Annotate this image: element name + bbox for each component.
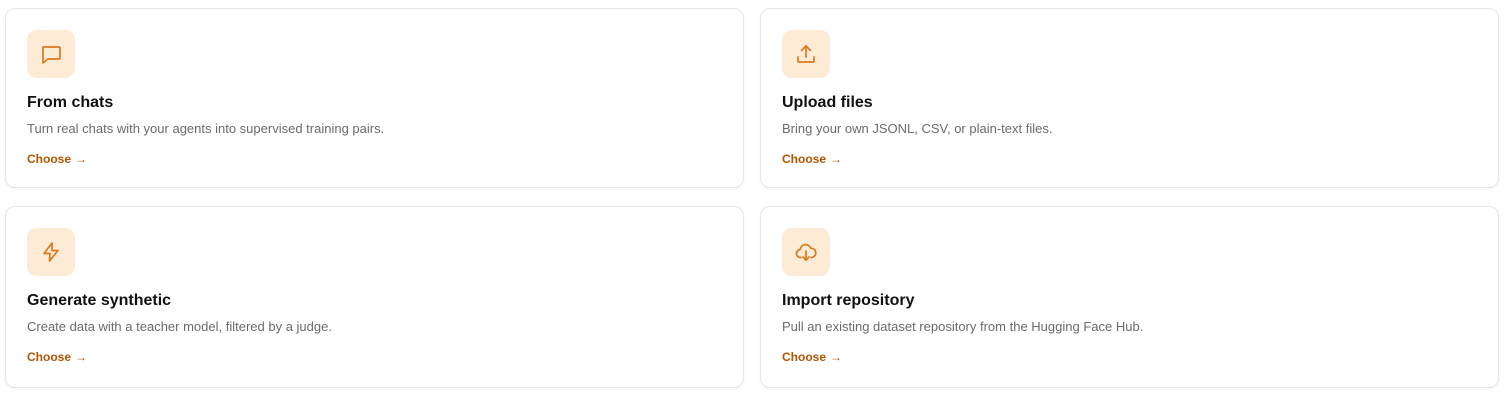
card-description: Bring your own JSONL, CSV, or plain-text… [782,121,1053,136]
card-description: Turn real chats with your agents into su… [27,121,385,136]
choose-label: Choose [27,350,72,364]
source-options-grid: From chats Turn real chats with your age… [5,8,1499,388]
source-card-generate-synthetic[interactable]: Generate synthetic Create data with a te… [5,206,744,388]
card-title: From chats [27,94,114,111]
arrow-right-icon: → [75,152,88,166]
choose-button[interactable]: Choose → [27,152,87,166]
cloud-download-icon [782,228,830,276]
card-title: Upload files [782,94,873,111]
choose-button[interactable]: Choose → [27,350,87,364]
card-title: Generate synthetic [27,292,172,309]
choose-button[interactable]: Choose → [782,152,842,166]
choose-label: Choose [27,152,72,166]
arrow-right-icon: → [75,350,88,364]
arrow-right-icon: → [830,152,843,166]
source-card-from-chats[interactable]: From chats Turn real chats with your age… [5,8,744,188]
arrow-right-icon: → [830,350,843,364]
chat-bubble-icon [27,30,75,78]
lightning-icon [27,228,75,276]
choose-button[interactable]: Choose → [782,350,842,364]
card-description: Create data with a teacher model, filter… [27,319,332,334]
choose-label: Choose [782,350,827,364]
card-description: Pull an existing dataset repository from… [782,319,1144,334]
source-card-import-repository[interactable]: Import repository Pull an existing datas… [760,206,1499,388]
choose-label: Choose [782,152,827,166]
card-title: Import repository [782,292,915,309]
upload-icon [782,30,830,78]
source-card-upload-files[interactable]: Upload files Bring your own JSONL, CSV, … [760,8,1499,188]
